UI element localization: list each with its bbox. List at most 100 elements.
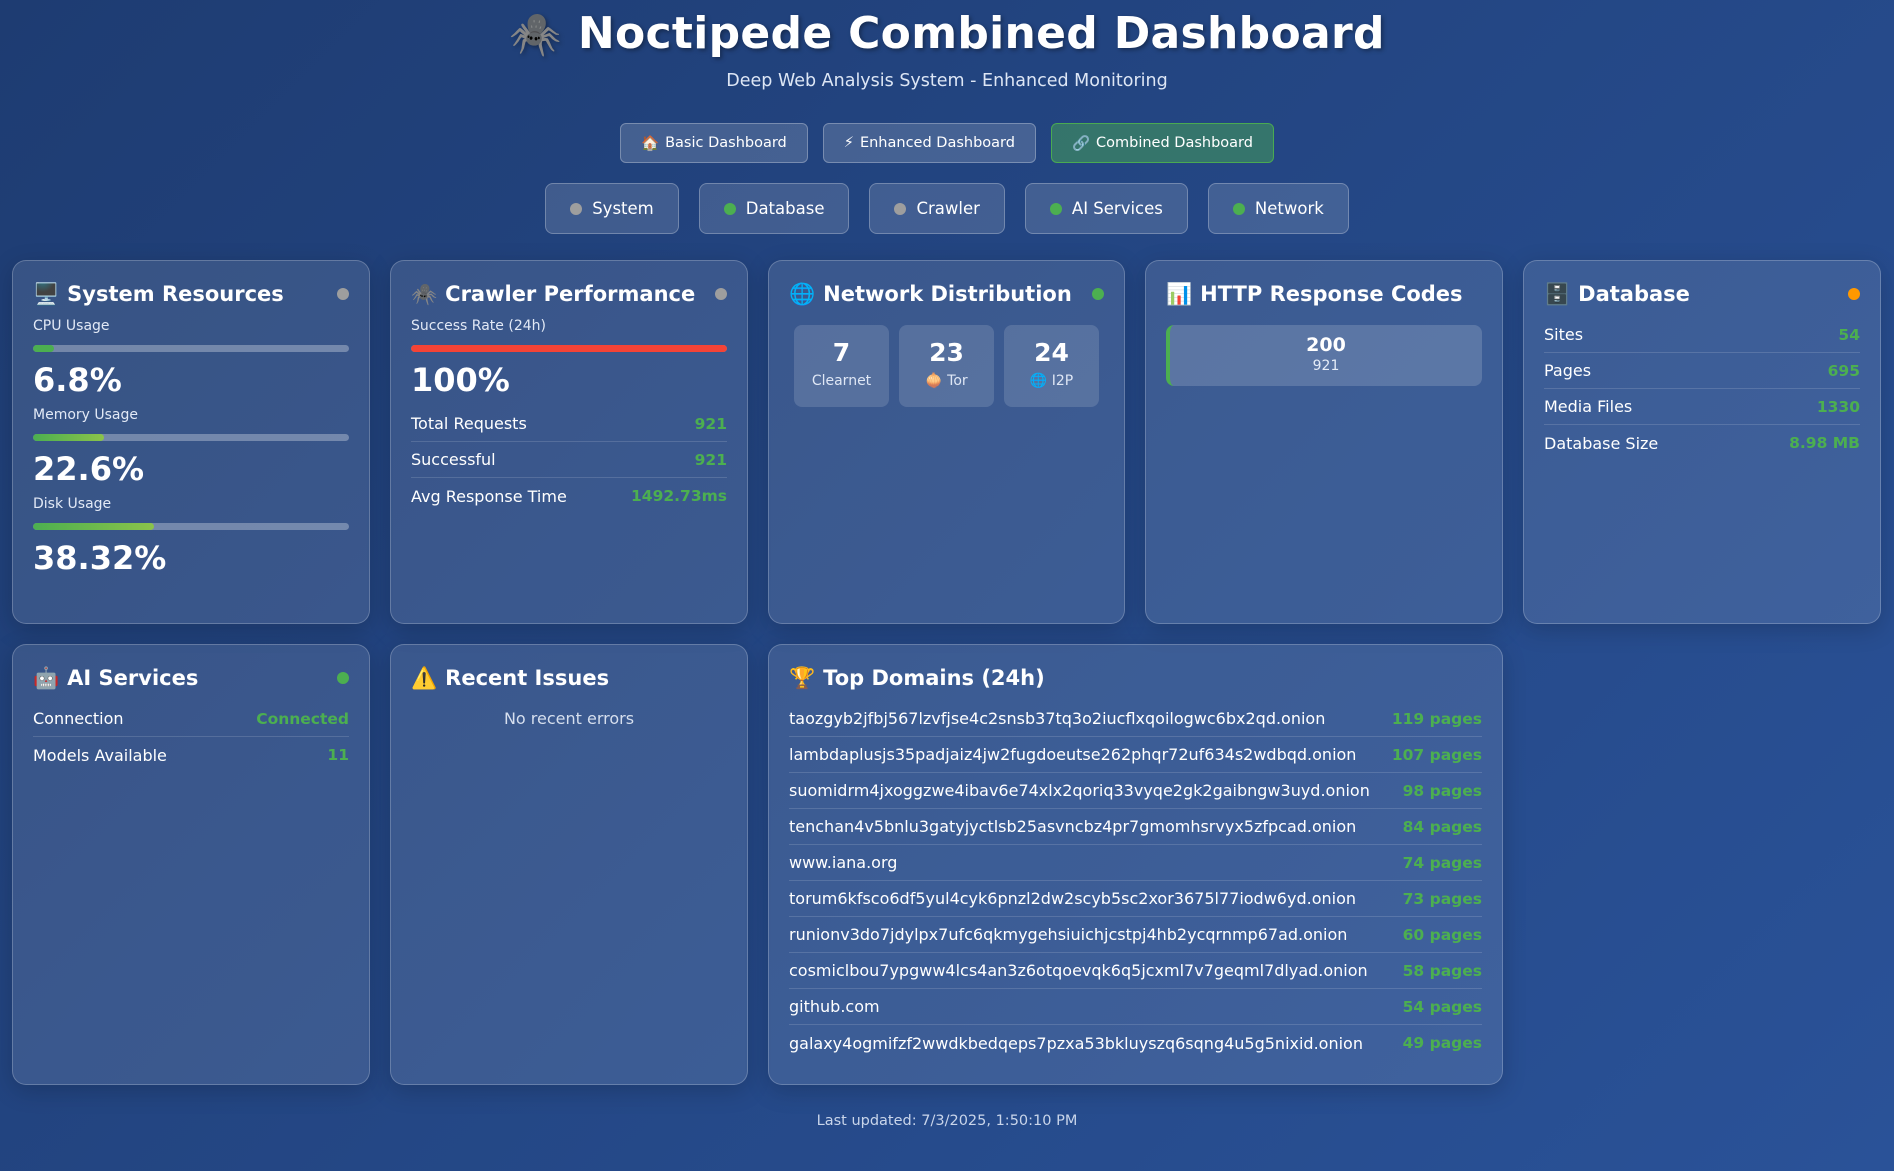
status-label: AI Services: [1071, 199, 1163, 218]
nav-basic-dashboard[interactable]: 🏠 Basic Dashboard: [620, 123, 808, 163]
card-title: 🗄️ Database: [1544, 282, 1690, 307]
nav-combined-dashboard[interactable]: 🔗 Combined Dashboard: [1050, 123, 1274, 163]
domain-row: tenchan4v5bnlu3gatyjyctlsb25asvncbz4pr7g…: [789, 809, 1482, 845]
status-label: Database: [745, 199, 825, 218]
stat-value: 1330: [1816, 397, 1860, 416]
page-title-text: Noctipede Combined Dashboard: [577, 8, 1385, 59]
network-count: 7: [832, 338, 851, 367]
network-label: Clearnet: [811, 373, 872, 389]
ai-services-card: 🤖 AI Services Connection Connected Model…: [12, 644, 370, 1085]
domain-row: taozgyb2jfbj567lzvfjse4c2snsb37tq3o2iucf…: [789, 701, 1482, 737]
stat-value: 11: [327, 746, 349, 764]
robot-icon: 🤖: [33, 665, 60, 690]
success-rate-fill: [411, 345, 727, 352]
domain-row: galaxy4ogmifzf2wwdkbedqeps7pzxa53bkluysz…: [789, 1025, 1482, 1061]
status-crawler: Crawler: [869, 183, 1005, 234]
stat-row: Successful 921: [411, 442, 727, 478]
network-clearnet: 7 Clearnet: [794, 325, 889, 407]
stat-row: Pages 695: [1544, 353, 1860, 389]
domain-page-count: 74 pages: [1402, 853, 1482, 872]
network-label: 🌐 I2P: [1029, 373, 1074, 389]
disk-progress-bar: [33, 523, 349, 530]
card-title-text: AI Services: [67, 666, 199, 690]
card-title: ⚠️ Recent Issues: [411, 666, 609, 691]
stat-label: Successful: [411, 450, 496, 469]
memory-label: Memory Usage: [33, 407, 139, 423]
page-header: 🕷️ Noctipede Combined Dashboard Deep Web…: [0, 0, 1894, 91]
recent-issues-card: ⚠️ Recent Issues No recent errors: [390, 644, 748, 1085]
status-dot-icon: [337, 672, 349, 684]
domain-page-count: 60 pages: [1402, 925, 1482, 944]
status-system: System: [545, 183, 679, 234]
bar-chart-icon: 📊: [1166, 281, 1193, 306]
stat-row: Connection Connected: [33, 701, 349, 737]
card-title-text: Network Distribution: [823, 282, 1072, 306]
network-tor: 23 🧅 Tor: [899, 325, 994, 407]
stat-row: Models Available 11: [33, 737, 349, 773]
network-count: 23: [929, 338, 964, 367]
domain-page-count: 119 pages: [1391, 709, 1482, 728]
crawler-stats: Total Requests 921 Successful 921 Avg Re…: [411, 406, 727, 514]
page-subtitle: Deep Web Analysis System - Enhanced Moni…: [726, 71, 1168, 91]
domain-row: cosmiclbou7ypgww4lcs4an3z6otqoevqk6q5jcx…: [789, 953, 1482, 989]
domain-row: suomidrm4jxoggzwe4ibav6e74xlx2qoriq33vyq…: [789, 773, 1482, 809]
domain-name: runionv3do7jdylpx7ufc6qkmygehsiuichjcstp…: [789, 925, 1348, 944]
network-count: 24: [1034, 338, 1069, 367]
nav-label: Basic Dashboard: [665, 135, 787, 151]
network-grid: 7 Clearnet 23 🧅 Tor 24 🌐 I2P: [789, 325, 1104, 407]
database-card: 🗄️ Database Sites 54 Pages 695 Media Fil…: [1523, 260, 1881, 624]
domain-page-count: 73 pages: [1402, 889, 1482, 908]
home-icon: 🏠: [641, 135, 660, 152]
domain-row: github.com 54 pages: [789, 989, 1482, 1025]
card-title: 🌐 Network Distribution: [789, 282, 1072, 307]
stat-label: Sites: [1544, 325, 1584, 344]
status-label: System: [592, 199, 654, 218]
warning-icon: ⚠️: [411, 665, 438, 690]
spider-icon: 🕷️: [411, 281, 438, 306]
domain-name: torum6kfsco6df5yul4cyk6pnzl2dw2scyb5sc2x…: [789, 889, 1356, 908]
stat-row: Media Files 1330: [1544, 389, 1860, 425]
status-dot-icon: [1049, 202, 1062, 215]
dashboard-nav: 🏠 Basic Dashboard ⚡ Enhanced Dashboard 🔗…: [0, 123, 1894, 163]
status-dot-icon: [570, 202, 583, 215]
stat-value: 921: [694, 450, 727, 469]
domain-page-count: 54 pages: [1402, 997, 1482, 1016]
memory-value: 22.6%: [33, 450, 145, 488]
status-dot-icon: [723, 202, 736, 215]
card-title: 🏆 Top Domains (24h): [789, 666, 1045, 691]
card-title-text: HTTP Response Codes: [1200, 282, 1463, 306]
domain-list: taozgyb2jfbj567lzvfjse4c2snsb37tq3o2iucf…: [789, 701, 1482, 1061]
domain-name: github.com: [789, 997, 880, 1016]
nav-enhanced-dashboard[interactable]: ⚡ Enhanced Dashboard: [822, 123, 1036, 163]
stat-row: Avg Response Time 1492.73ms: [411, 478, 727, 514]
card-title: 📊 HTTP Response Codes: [1166, 282, 1463, 307]
stat-value: 1492.73ms: [631, 487, 727, 505]
disk-progress-fill: [33, 523, 155, 530]
domain-name: www.iana.org: [789, 853, 898, 872]
cpu-value: 6.8%: [33, 361, 122, 399]
card-title: 🕷️ Crawler Performance: [411, 282, 695, 307]
status-bar: System Database Crawler AI Services Netw…: [0, 183, 1894, 234]
domain-row: torum6kfsco6df5yul4cyk6pnzl2dw2scyb5sc2x…: [789, 881, 1482, 917]
domain-name: tenchan4v5bnlu3gatyjyctlsb25asvncbz4pr7g…: [789, 817, 1357, 836]
status-dot-icon: [337, 288, 349, 300]
domain-row: www.iana.org 74 pages: [789, 845, 1482, 881]
stat-row: Total Requests 921: [411, 406, 727, 442]
disk-label: Disk Usage: [33, 496, 112, 512]
stat-value: Connected: [256, 709, 349, 728]
database-icon: 🗄️: [1544, 281, 1571, 306]
domain-page-count: 98 pages: [1402, 781, 1482, 800]
empty-state-text: No recent errors: [503, 709, 635, 728]
stat-value: 54: [1838, 325, 1860, 344]
card-title-text: Crawler Performance: [445, 282, 696, 306]
stat-label: Total Requests: [411, 414, 527, 433]
top-domains-card: 🏆 Top Domains (24h) taozgyb2jfbj567lzvfj…: [768, 644, 1503, 1085]
stat-row: Sites 54: [1544, 317, 1860, 353]
stat-value: 8.98 MB: [1789, 434, 1860, 452]
card-title-text: Database: [1578, 282, 1690, 306]
nav-label: Combined Dashboard: [1096, 135, 1253, 151]
stat-label: Models Available: [33, 745, 167, 765]
link-icon: 🔗: [1071, 135, 1091, 152]
page-title: 🕷️ Noctipede Combined Dashboard: [509, 8, 1385, 59]
http-code: 200: [1306, 334, 1346, 356]
